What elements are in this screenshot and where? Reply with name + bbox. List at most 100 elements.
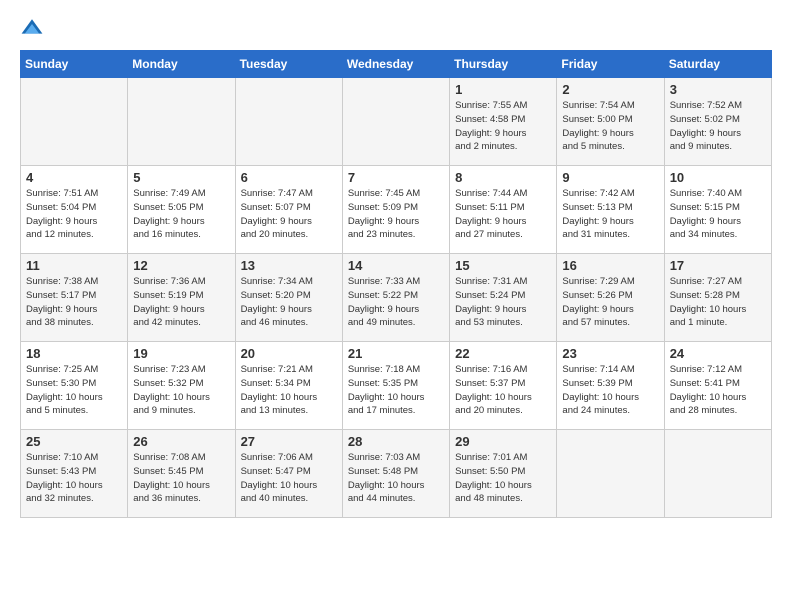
day-cell — [235, 78, 342, 166]
day-number: 26 — [133, 434, 229, 449]
day-number: 4 — [26, 170, 122, 185]
col-header-sunday: Sunday — [21, 51, 128, 78]
calendar-table: SundayMondayTuesdayWednesdayThursdayFrid… — [20, 50, 772, 518]
day-number: 5 — [133, 170, 229, 185]
day-number: 16 — [562, 258, 658, 273]
day-cell: 19 Sunrise: 7:23 AM Sunset: 5:32 PM Dayli… — [128, 342, 235, 430]
day-info: Sunrise: 7:27 AM Sunset: 5:28 PM Dayligh… — [670, 275, 766, 330]
day-info: Sunrise: 7:10 AM Sunset: 5:43 PM Dayligh… — [26, 451, 122, 506]
col-header-friday: Friday — [557, 51, 664, 78]
day-info: Sunrise: 7:25 AM Sunset: 5:30 PM Dayligh… — [26, 363, 122, 418]
day-info: Sunrise: 7:23 AM Sunset: 5:32 PM Dayligh… — [133, 363, 229, 418]
day-cell: 8 Sunrise: 7:44 AM Sunset: 5:11 PM Daylig… — [450, 166, 557, 254]
day-cell: 27 Sunrise: 7:06 AM Sunset: 5:47 PM Dayli… — [235, 430, 342, 518]
day-info: Sunrise: 7:45 AM Sunset: 5:09 PM Dayligh… — [348, 187, 444, 242]
day-number: 28 — [348, 434, 444, 449]
header — [20, 16, 772, 40]
day-number: 3 — [670, 82, 766, 97]
day-cell: 18 Sunrise: 7:25 AM Sunset: 5:30 PM Dayli… — [21, 342, 128, 430]
day-cell: 6 Sunrise: 7:47 AM Sunset: 5:07 PM Daylig… — [235, 166, 342, 254]
day-number: 20 — [241, 346, 337, 361]
day-number: 9 — [562, 170, 658, 185]
day-info: Sunrise: 7:34 AM Sunset: 5:20 PM Dayligh… — [241, 275, 337, 330]
day-cell: 3 Sunrise: 7:52 AM Sunset: 5:02 PM Daylig… — [664, 78, 771, 166]
day-cell: 5 Sunrise: 7:49 AM Sunset: 5:05 PM Daylig… — [128, 166, 235, 254]
day-cell: 21 Sunrise: 7:18 AM Sunset: 5:35 PM Dayli… — [342, 342, 449, 430]
day-cell: 23Sunrise: 7:14 AM Sunset: 5:39 PM Dayli… — [557, 342, 664, 430]
week-row-5: 25 Sunrise: 7:10 AM Sunset: 5:43 PM Dayli… — [21, 430, 772, 518]
day-cell — [128, 78, 235, 166]
day-info: Sunrise: 7:52 AM Sunset: 5:02 PM Dayligh… — [670, 99, 766, 154]
col-header-wednesday: Wednesday — [342, 51, 449, 78]
day-number: 10 — [670, 170, 766, 185]
day-number: 27 — [241, 434, 337, 449]
day-info: Sunrise: 7:01 AM Sunset: 5:50 PM Dayligh… — [455, 451, 551, 506]
logo — [20, 16, 48, 40]
day-cell — [664, 430, 771, 518]
day-info: Sunrise: 7:47 AM Sunset: 5:07 PM Dayligh… — [241, 187, 337, 242]
day-cell: 2 Sunrise: 7:54 AM Sunset: 5:00 PM Daylig… — [557, 78, 664, 166]
day-cell: 24Sunrise: 7:12 AM Sunset: 5:41 PM Dayli… — [664, 342, 771, 430]
day-number: 29 — [455, 434, 551, 449]
week-row-3: 11Sunrise: 7:38 AM Sunset: 5:17 PM Dayli… — [21, 254, 772, 342]
day-cell: 11Sunrise: 7:38 AM Sunset: 5:17 PM Dayli… — [21, 254, 128, 342]
day-number: 12 — [133, 258, 229, 273]
day-number: 7 — [348, 170, 444, 185]
day-number: 22 — [455, 346, 551, 361]
day-info: Sunrise: 7:16 AM Sunset: 5:37 PM Dayligh… — [455, 363, 551, 418]
day-info: Sunrise: 7:54 AM Sunset: 5:00 PM Dayligh… — [562, 99, 658, 154]
day-info: Sunrise: 7:29 AM Sunset: 5:26 PM Dayligh… — [562, 275, 658, 330]
day-number: 8 — [455, 170, 551, 185]
day-info: Sunrise: 7:08 AM Sunset: 5:45 PM Dayligh… — [133, 451, 229, 506]
day-cell: 12 Sunrise: 7:36 AM Sunset: 5:19 PM Dayli… — [128, 254, 235, 342]
day-cell: 20 Sunrise: 7:21 AM Sunset: 5:34 PM Dayli… — [235, 342, 342, 430]
day-cell: 10 Sunrise: 7:40 AM Sunset: 5:15 PM Dayli… — [664, 166, 771, 254]
day-info: Sunrise: 7:44 AM Sunset: 5:11 PM Dayligh… — [455, 187, 551, 242]
day-number: 24 — [670, 346, 766, 361]
day-cell: 1Sunrise: 7:55 AM Sunset: 4:58 PM Daylig… — [450, 78, 557, 166]
day-info: Sunrise: 7:51 AM Sunset: 5:04 PM Dayligh… — [26, 187, 122, 242]
header-row: SundayMondayTuesdayWednesdayThursdayFrid… — [21, 51, 772, 78]
day-cell: 14Sunrise: 7:33 AM Sunset: 5:22 PM Dayli… — [342, 254, 449, 342]
day-number: 23 — [562, 346, 658, 361]
day-info: Sunrise: 7:06 AM Sunset: 5:47 PM Dayligh… — [241, 451, 337, 506]
day-number: 18 — [26, 346, 122, 361]
day-cell: 22 Sunrise: 7:16 AM Sunset: 5:37 PM Dayli… — [450, 342, 557, 430]
day-cell: 4 Sunrise: 7:51 AM Sunset: 5:04 PM Daylig… — [21, 166, 128, 254]
col-header-monday: Monday — [128, 51, 235, 78]
day-cell: 29 Sunrise: 7:01 AM Sunset: 5:50 PM Dayli… — [450, 430, 557, 518]
col-header-tuesday: Tuesday — [235, 51, 342, 78]
day-cell: 16 Sunrise: 7:29 AM Sunset: 5:26 PM Dayli… — [557, 254, 664, 342]
day-info: Sunrise: 7:40 AM Sunset: 5:15 PM Dayligh… — [670, 187, 766, 242]
day-cell: 25 Sunrise: 7:10 AM Sunset: 5:43 PM Dayli… — [21, 430, 128, 518]
day-cell: 7 Sunrise: 7:45 AM Sunset: 5:09 PM Daylig… — [342, 166, 449, 254]
day-info: Sunrise: 7:42 AM Sunset: 5:13 PM Dayligh… — [562, 187, 658, 242]
day-number: 15 — [455, 258, 551, 273]
day-number: 2 — [562, 82, 658, 97]
day-cell: 9 Sunrise: 7:42 AM Sunset: 5:13 PM Daylig… — [557, 166, 664, 254]
day-number: 11 — [26, 258, 122, 273]
day-info: Sunrise: 7:21 AM Sunset: 5:34 PM Dayligh… — [241, 363, 337, 418]
day-number: 13 — [241, 258, 337, 273]
day-number: 25 — [26, 434, 122, 449]
day-number: 1 — [455, 82, 551, 97]
day-info: Sunrise: 7:36 AM Sunset: 5:19 PM Dayligh… — [133, 275, 229, 330]
week-row-2: 4 Sunrise: 7:51 AM Sunset: 5:04 PM Daylig… — [21, 166, 772, 254]
col-header-thursday: Thursday — [450, 51, 557, 78]
day-info: Sunrise: 7:31 AM Sunset: 5:24 PM Dayligh… — [455, 275, 551, 330]
col-header-saturday: Saturday — [664, 51, 771, 78]
day-cell — [342, 78, 449, 166]
day-number: 19 — [133, 346, 229, 361]
day-cell: 17 Sunrise: 7:27 AM Sunset: 5:28 PM Dayli… — [664, 254, 771, 342]
day-cell: 13 Sunrise: 7:34 AM Sunset: 5:20 PM Dayli… — [235, 254, 342, 342]
day-info: Sunrise: 7:18 AM Sunset: 5:35 PM Dayligh… — [348, 363, 444, 418]
day-info: Sunrise: 7:03 AM Sunset: 5:48 PM Dayligh… — [348, 451, 444, 506]
day-cell: 28 Sunrise: 7:03 AM Sunset: 5:48 PM Dayli… — [342, 430, 449, 518]
logo-icon — [20, 16, 44, 40]
day-number: 21 — [348, 346, 444, 361]
day-number: 6 — [241, 170, 337, 185]
day-number: 17 — [670, 258, 766, 273]
week-row-4: 18 Sunrise: 7:25 AM Sunset: 5:30 PM Dayli… — [21, 342, 772, 430]
day-info: Sunrise: 7:49 AM Sunset: 5:05 PM Dayligh… — [133, 187, 229, 242]
day-cell: 26 Sunrise: 7:08 AM Sunset: 5:45 PM Dayli… — [128, 430, 235, 518]
